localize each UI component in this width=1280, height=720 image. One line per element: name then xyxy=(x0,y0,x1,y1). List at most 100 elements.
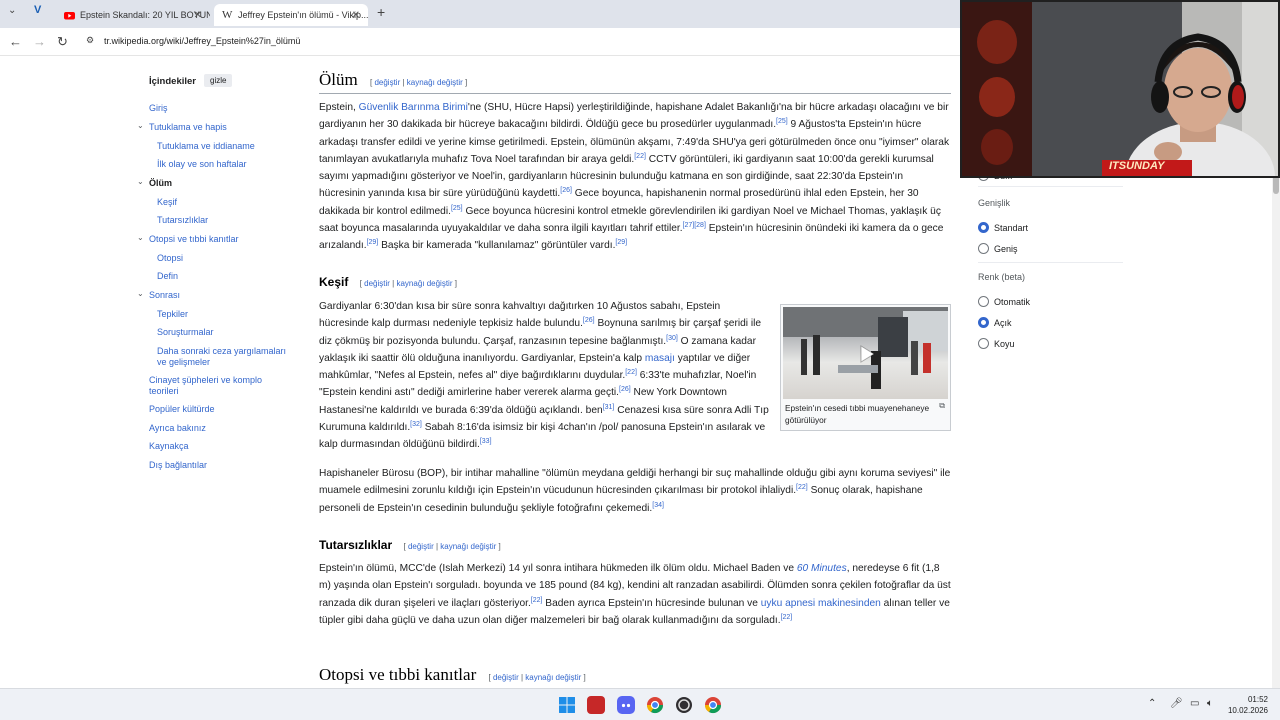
edit-source-link[interactable]: kaynağı değiştir xyxy=(440,542,496,551)
edit-link[interactable]: değiştir xyxy=(493,673,519,682)
chevron-down-icon[interactable]: ⌄ xyxy=(137,177,144,186)
citation[interactable]: [26] xyxy=(619,386,631,393)
link[interactable]: uyku apnesi makinesinden xyxy=(761,598,881,609)
discord-icon[interactable] xyxy=(617,696,635,714)
toc-item-dis-baglantilar[interactable]: Dış bağlantılar xyxy=(149,460,207,471)
video-thumbnail[interactable]: Epstein'ın cesedi tıbbi muayenehaneye gö… xyxy=(780,304,951,431)
wikipedia-icon: W xyxy=(222,8,233,21)
tab-title: Jeffrey Epstein'ın ölümü - Vikip... xyxy=(238,10,368,20)
site-info-icon[interactable]: ⚙ xyxy=(86,35,94,46)
edit-link[interactable]: değiştir xyxy=(364,279,390,288)
toc-item-otopsi[interactable]: Otopsi xyxy=(157,253,183,264)
citation[interactable]: [25] xyxy=(451,205,463,212)
microphone-icon[interactable]: 🎤︎ xyxy=(1170,698,1183,709)
color-light-label[interactable]: Açık xyxy=(994,318,1012,328)
toc-item-populer-kultur[interactable]: Popüler kültürde xyxy=(149,404,215,415)
edit-links: [ değiştir | kaynağı değiştir ] xyxy=(359,279,457,288)
citation[interactable]: [30] xyxy=(666,335,678,342)
width-label: Genişlik xyxy=(978,198,1011,208)
link[interactable]: masajı xyxy=(645,353,675,364)
network-icon[interactable]: ▭ xyxy=(1190,698,1199,709)
toc-item-iddianame[interactable]: Tutuklama ve iddianame xyxy=(157,141,255,152)
edit-source-link[interactable]: kaynağı değiştir xyxy=(407,78,463,87)
volume-icon[interactable]: 🔈︎ xyxy=(1207,698,1213,709)
citation[interactable]: [34] xyxy=(652,502,664,509)
toc-item-sorusturmalar[interactable]: Soruşturmalar xyxy=(157,327,214,338)
color-dark-label[interactable]: Koyu xyxy=(994,339,1015,349)
new-tab-button[interactable]: + xyxy=(377,4,385,20)
forward-icon[interactable]: → xyxy=(33,34,46,49)
windows-start-icon[interactable] xyxy=(558,696,576,714)
edit-link[interactable]: değiştir xyxy=(408,542,434,551)
chevron-down-icon[interactable]: ⌄ xyxy=(137,233,144,242)
citation[interactable]: [26] xyxy=(560,187,572,194)
url-field[interactable]: tr.wikipedia.org/wiki/Jeffrey_Epstein%27… xyxy=(104,36,300,46)
back-icon[interactable]: ← xyxy=(9,34,22,49)
color-auto-radio[interactable] xyxy=(978,296,989,307)
citation[interactable]: [22] xyxy=(634,153,646,160)
tab-wikipedia[interactable]: W Jeffrey Epstein'ın ölümü - Vikip... ✕ xyxy=(214,4,368,26)
width-wide-radio[interactable] xyxy=(978,243,989,254)
width-standard-radio[interactable] xyxy=(978,222,989,233)
citation[interactable]: [27][28] xyxy=(683,222,706,229)
color-auto-label[interactable]: Otomatik xyxy=(994,297,1030,307)
heading-divider xyxy=(319,93,951,94)
citation[interactable]: [31] xyxy=(603,404,615,411)
toc-item-giris[interactable]: Giriş xyxy=(149,103,168,114)
toc-item-tutuklama[interactable]: Tutuklama ve hapis xyxy=(149,122,227,133)
toc-item-kaynakca[interactable]: Kaynakça xyxy=(149,441,189,452)
app-icon[interactable] xyxy=(587,696,605,714)
toc-item-ceza-yargilamalari[interactable]: Daha sonraki ceza yargılamaları ve geliş… xyxy=(157,346,297,368)
citation[interactable]: [22] xyxy=(531,597,543,604)
toc-item-ayrica-bakiniz[interactable]: Ayrıca bakınız xyxy=(149,423,206,434)
link[interactable]: 60 Minutes xyxy=(797,563,847,574)
tab-youtube[interactable]: Epstein Skandalı: 20 YIL BOYUNCA ✕ xyxy=(56,4,210,26)
toc-item-tepkiler[interactable]: Tepkiler xyxy=(157,309,188,320)
citation[interactable]: [22] xyxy=(796,484,808,491)
citation[interactable]: [25] xyxy=(776,118,788,125)
toc-item-olum[interactable]: Ölüm xyxy=(149,178,172,189)
enlarge-icon[interactable]: ⧉ xyxy=(939,401,945,411)
citation[interactable]: [22] xyxy=(625,369,637,376)
edit-source-link[interactable]: kaynağı değiştir xyxy=(396,279,452,288)
citation[interactable]: [29] xyxy=(615,239,627,246)
chevron-down-icon[interactable]: ⌄ xyxy=(137,289,144,298)
toc-item-ilk-olay[interactable]: İlk olay ve son haftalar xyxy=(157,159,247,170)
chrome-icon[interactable] xyxy=(704,696,722,714)
clock-date: 10.02.2026 xyxy=(1227,706,1268,715)
toc-item-kesif[interactable]: Keşif xyxy=(157,197,177,208)
citation[interactable]: [32] xyxy=(410,421,422,428)
citation[interactable]: [33] xyxy=(480,438,492,445)
edit-link[interactable]: değiştir xyxy=(374,78,400,87)
toc-heading: İçindekiler xyxy=(149,76,196,87)
color-dark-radio[interactable] xyxy=(978,338,989,349)
reload-icon[interactable]: ↻ xyxy=(57,34,68,50)
toc-item-otopsi-kanitlar[interactable]: Otopsi ve tıbbi kanıtlar xyxy=(149,234,239,245)
citation[interactable]: [29] xyxy=(367,239,379,246)
system-clock[interactable]: 01:52 10.02.2026 xyxy=(1228,694,1268,716)
width-wide-label[interactable]: Geniş xyxy=(994,244,1018,254)
toc-item-sonrasi[interactable]: Sonrası xyxy=(149,290,180,301)
edit-links: [ değiştir | kaynağı değiştir ] xyxy=(403,542,501,551)
color-label: Renk (beta) xyxy=(978,272,1026,282)
color-light-radio[interactable] xyxy=(978,317,989,328)
chevron-down-icon[interactable]: ⌄ xyxy=(137,121,144,130)
obs-icon[interactable] xyxy=(675,696,693,714)
width-standard-label[interactable]: Standart xyxy=(994,223,1028,233)
toc-item-cinayet-supheleri[interactable]: Cinayet şüpheleri ve komplo teorileri xyxy=(149,375,289,397)
citation[interactable]: [26] xyxy=(583,317,595,324)
chevron-up-icon[interactable]: ⌃ xyxy=(1148,698,1156,709)
video-still[interactable] xyxy=(783,307,948,399)
v-logo-icon[interactable]: V xyxy=(34,4,41,16)
link[interactable]: Güvenlik Barınma Birimi xyxy=(359,102,468,113)
play-icon[interactable] xyxy=(856,344,876,364)
citation[interactable]: [22] xyxy=(781,614,793,621)
tab-list-icon[interactable]: ⌄ xyxy=(8,5,16,16)
toc-item-tutarsizliklar[interactable]: Tutarsızlıklar xyxy=(157,215,208,226)
close-tab-icon[interactable]: ✕ xyxy=(352,10,360,21)
toc-item-defin[interactable]: Defin xyxy=(157,271,178,282)
close-tab-icon[interactable]: ✕ xyxy=(194,10,202,21)
toc-hide-button[interactable]: gizle xyxy=(204,74,233,87)
chrome-icon[interactable] xyxy=(646,696,664,714)
edit-source-link[interactable]: kaynağı değiştir xyxy=(525,673,581,682)
